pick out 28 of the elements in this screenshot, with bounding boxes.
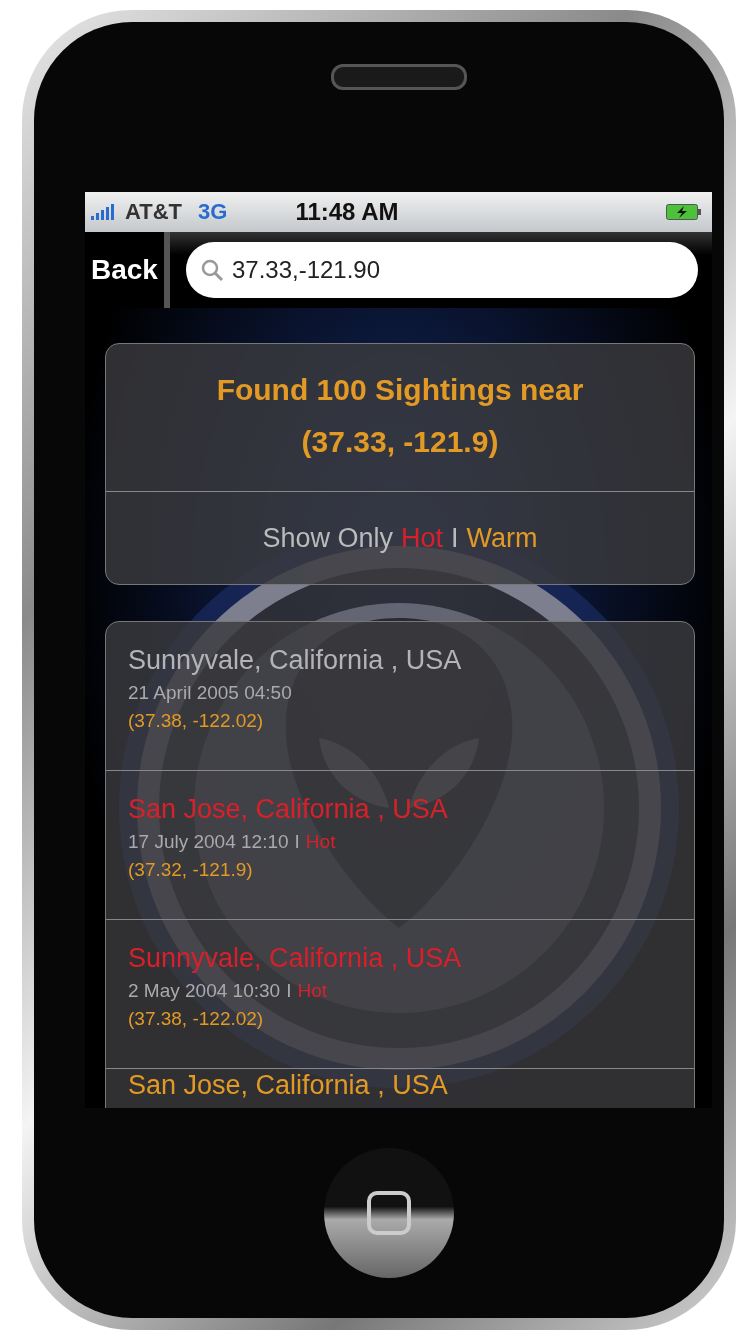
- sighting-row[interactable]: Sunnyvale, California , USA 2 May 2004 10:30 I Hot (37.38, -122.02): [106, 920, 694, 1069]
- sighting-coordinates: (37.32, -121.9): [128, 858, 254, 881]
- sighting-date: 17 July 2004 12:10: [128, 830, 289, 853]
- filter-label: Show Only: [262, 522, 393, 554]
- sighting-place: Sunnyvale, California , USA: [128, 646, 463, 676]
- sighting-row[interactable]: Sunnyvale, California , USA 21 April 2005 04:50 (37.38, -122.02): [106, 622, 694, 771]
- signal-icon: [91, 204, 117, 220]
- search-icon: [199, 258, 224, 282]
- sighting-date: 2 May 2004 10:30: [128, 979, 281, 1002]
- clock-time: 11:48 AM: [295, 198, 399, 226]
- sighting-place: San Jose, California , USA: [128, 795, 449, 825]
- filter-separator: I: [451, 522, 459, 554]
- heat-label: Hot: [297, 979, 327, 1002]
- carrier-name: AT&T: [125, 199, 183, 225]
- filter-link[interactable]: Warm: [466, 522, 538, 554]
- sighting-row[interactable]: San Jose, California , USA 17 July 2004 12:10 I Hot (37.32, -121.9): [106, 771, 694, 920]
- meta-separator: I: [286, 979, 292, 1002]
- results-title: Found 100 Sightings near (37.33, -121.9): [106, 344, 694, 492]
- sighting-coordinates: (37.38, -122.02): [128, 1007, 265, 1030]
- sighting-coordinates: (37.38, -122.02): [128, 709, 265, 732]
- search-field[interactable]: 37.33,-121.90: [185, 242, 698, 298]
- sighting-date: 21 April 2005 04:50: [128, 681, 292, 704]
- heat-label: Hot: [305, 830, 336, 853]
- meta-separator: I: [294, 830, 300, 853]
- sighting-place: Sunnyvale, California , USA: [128, 944, 463, 974]
- sighting-place: San Jose, California , USA: [128, 1071, 449, 1101]
- network-type: 3G: [198, 199, 228, 225]
- battery-charging-icon: [666, 204, 702, 220]
